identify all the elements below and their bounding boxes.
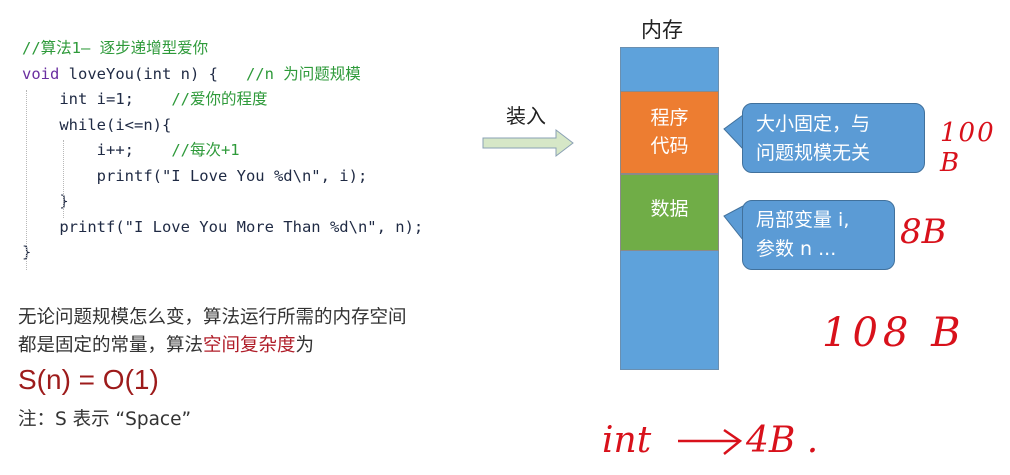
code-segment-label-line-1: 程序: [650, 107, 689, 129]
callout-line: 参数 n ...: [756, 238, 837, 260]
handwritten-data-size: 8B: [900, 212, 947, 252]
bubble-pointer-2: [723, 205, 744, 241]
data-segment-label: 数据: [650, 198, 689, 220]
code-segment: 程序 代码: [620, 91, 719, 174]
memory-title: 内存: [641, 18, 683, 42]
handwritten-int-label: int: [602, 420, 652, 461]
handwritten-total-size: 108 B: [822, 310, 966, 356]
code-size-callout: 大小固定，与 问题规模无关: [742, 103, 925, 173]
memory-block: 程序 代码 数据: [620, 47, 719, 370]
callout-line: 问题规模无关: [756, 142, 871, 164]
data-segment: 数据: [620, 174, 719, 251]
load-arrow-icon: [482, 128, 574, 158]
handwritten-int-size: 4B .: [746, 420, 819, 461]
data-size-callout: 局部变量 i, 参数 n ...: [742, 200, 895, 270]
callout-line: 大小固定，与: [756, 113, 871, 135]
callout-line: 局部变量 i,: [756, 209, 850, 231]
handwritten-code-size: 100 B: [940, 118, 996, 178]
handwritten-arrow-icon: [678, 428, 743, 455]
code-segment-label-line-2: 代码: [650, 135, 689, 157]
bubble-pointer-1: [723, 114, 744, 150]
